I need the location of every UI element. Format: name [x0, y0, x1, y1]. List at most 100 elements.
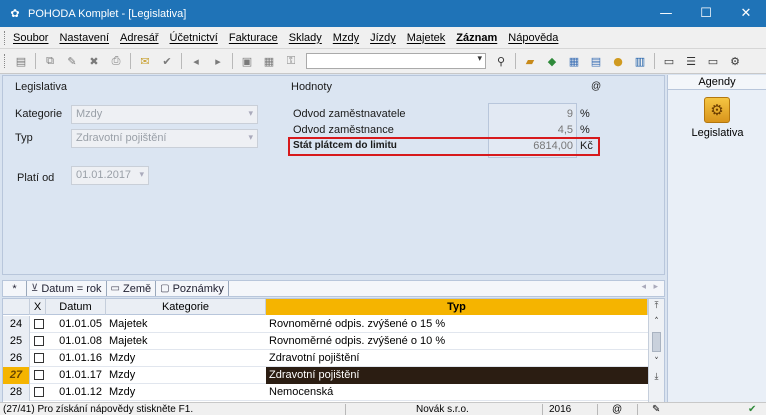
folder-icon[interactable]: ▰: [522, 53, 538, 69]
tag-icon[interactable]: ◆: [544, 53, 560, 69]
menu-soubor[interactable]: Soubor: [13, 32, 48, 44]
agenda-item-legislativa[interactable]: Legislativa: [668, 127, 766, 139]
menu-mzdy[interactable]: Mzdy: [333, 32, 359, 44]
cell-typ: Nemocenská: [269, 386, 334, 398]
lock-icon[interactable]: ⚿: [283, 53, 299, 69]
status-at-icon: @: [612, 404, 623, 415]
tab-zeme[interactable]: ▭ Země: [107, 281, 157, 296]
cell-kategorie: Mzdy: [109, 352, 136, 364]
agenda-panel: Agendy ⚙ Legislativa: [667, 75, 766, 403]
ban-icon[interactable]: ▥: [632, 53, 648, 69]
delete-icon[interactable]: ✖: [86, 53, 102, 69]
scroll-up-icon[interactable]: ˄: [649, 315, 664, 329]
close-button[interactable]: ✕: [726, 0, 766, 27]
save-as-icon[interactable]: ▦: [261, 53, 277, 69]
agenda-header: Agendy: [668, 75, 766, 90]
form-icon[interactable]: ▭: [705, 53, 721, 69]
menu-nastaveni[interactable]: Nastavení: [59, 32, 109, 44]
plati-od-value: 01.01.2017: [76, 169, 132, 181]
row-checkbox[interactable]: [34, 370, 44, 380]
table-row[interactable]: 26 01.01.16 Mzdy Zdravotní pojištění: [3, 350, 664, 367]
tab-zeme-label: Země: [123, 282, 152, 295]
menu-ucetnictvi[interactable]: Účetnictví: [170, 32, 218, 44]
row-number: 24: [3, 316, 30, 333]
print-icon[interactable]: ⎙: [108, 53, 124, 69]
stat-platcem-value[interactable]: 6814,00: [491, 140, 573, 152]
status-hint: (27/41) Pro získání nápovědy stiskněte F…: [3, 404, 194, 415]
menu-adresar[interactable]: Adresář: [120, 32, 159, 44]
records-grid: X Datum Kategorie Typ 24 01.01.05 Majetek R…: [2, 298, 665, 403]
row-checkbox[interactable]: [34, 387, 44, 397]
scroll-thumb[interactable]: [652, 332, 661, 352]
menu-majetek[interactable]: Majetek: [407, 32, 446, 44]
list-icon[interactable]: ☰: [683, 53, 699, 69]
note-icon[interactable]: ✉: [137, 53, 153, 69]
menu-zaznam[interactable]: Záznam: [456, 32, 497, 44]
chevron-down-icon: ▾: [248, 132, 253, 142]
calc-icon[interactable]: ▦: [566, 53, 582, 69]
menu-jizdy[interactable]: Jízdy: [370, 32, 396, 44]
cell-typ: Rovnoměrné odpis. zvýšené o 10 %: [269, 335, 446, 347]
plati-od-date-field[interactable]: 01.01.2017 ▾: [71, 166, 149, 185]
copy-icon[interactable]: ⧉: [42, 53, 58, 69]
check-icon[interactable]: ✔: [159, 53, 175, 69]
next-icon[interactable]: ▸: [210, 53, 226, 69]
cell-typ: Zdravotní pojištění: [269, 352, 360, 364]
tab-scroll-right-icon[interactable]: ▸: [653, 282, 658, 292]
maximize-button[interactable]: ☐: [686, 0, 726, 27]
row-checkbox[interactable]: [34, 319, 44, 329]
table-row[interactable]: 27 01.01.17 Mzdy Zdravotní pojištění: [3, 367, 664, 384]
hodnoty-section-title: Hodnoty: [291, 81, 332, 93]
row-number: 26: [3, 350, 30, 367]
toolbar-search-combo[interactable]: [306, 53, 486, 69]
settings-icon[interactable]: ⚙: [727, 53, 743, 69]
typ-dropdown[interactable]: Zdravotní pojištění ▾: [71, 129, 258, 148]
table-row[interactable]: 25 01.01.08 Majetek Rovnoměrné odpis. zvýše…: [3, 333, 664, 350]
status-ok-icon: ✔: [748, 404, 757, 415]
menu-napoveda[interactable]: Nápověda: [508, 32, 558, 44]
filter-icon[interactable]: ⚲: [493, 53, 509, 69]
odvod-zamestnance-value[interactable]: 4,5: [491, 124, 573, 136]
legislativa-agenda-icon[interactable]: ⚙: [704, 97, 730, 123]
toolbar-separator: [181, 53, 182, 69]
row-checkbox[interactable]: [34, 336, 44, 346]
window-icon[interactable]: ▭: [661, 53, 677, 69]
status-separator: [597, 404, 598, 415]
coins-icon[interactable]: ●: [610, 53, 626, 69]
flag-icon: ▭: [110, 283, 120, 294]
cell-kategorie: Majetek: [109, 335, 148, 347]
column-header-x[interactable]: X: [30, 299, 46, 315]
table-row[interactable]: 28 01.01.12 Mzdy Nemocenská: [3, 384, 664, 401]
scroll-bottom-icon[interactable]: ⤓: [649, 370, 664, 384]
scroll-down-icon[interactable]: ˅: [649, 355, 664, 369]
row-checkbox[interactable]: [34, 353, 44, 363]
cell-kategorie: Majetek: [109, 318, 148, 330]
odvod-zamestnavatele-value[interactable]: 9: [491, 108, 573, 120]
table-icon[interactable]: ▤: [588, 53, 604, 69]
save-icon[interactable]: ▣: [239, 53, 255, 69]
edit-icon[interactable]: ✎: [64, 53, 80, 69]
toolbar-separator: [654, 53, 655, 69]
table-row[interactable]: 24 01.01.05 Majetek Rovnoměrné odpis. zvýše…: [3, 316, 664, 333]
tab-all-label: *: [12, 282, 17, 295]
kategorie-dropdown[interactable]: Mzdy ▾: [71, 105, 258, 124]
menu-sklady[interactable]: Sklady: [289, 32, 322, 44]
status-company: Novák s.r.o.: [416, 404, 469, 415]
tab-all[interactable]: *: [3, 281, 27, 296]
cell-datum: 01.01.08: [59, 335, 102, 347]
prev-icon[interactable]: ◂: [188, 53, 204, 69]
menu-fakturace[interactable]: Fakturace: [229, 32, 278, 44]
tab-scroll-left-icon[interactable]: ◂: [641, 282, 646, 292]
column-header-typ[interactable]: Typ: [266, 299, 648, 315]
column-header-datum[interactable]: Datum: [46, 299, 106, 315]
cell-datum: 01.01.16: [59, 352, 102, 364]
column-header-kategorie[interactable]: Kategorie: [106, 299, 266, 315]
menu-items: Soubor Nastavení Adresář Účetnictví Fakturac…: [13, 32, 569, 44]
window-title: POHODA Komplet - [Legislativa]: [28, 7, 187, 20]
new-record-icon[interactable]: ▤: [13, 53, 29, 69]
scroll-top-icon[interactable]: ⤒: [649, 299, 664, 313]
minimize-button[interactable]: —: [646, 0, 686, 27]
grid-vertical-scrollbar[interactable]: ⤒ ˄ ˅ ⤓: [648, 299, 664, 402]
tab-poznamky[interactable]: ▢ Poznámky: [156, 281, 229, 296]
tab-datum-rok[interactable]: ⊻ Datum = rok: [27, 281, 107, 296]
